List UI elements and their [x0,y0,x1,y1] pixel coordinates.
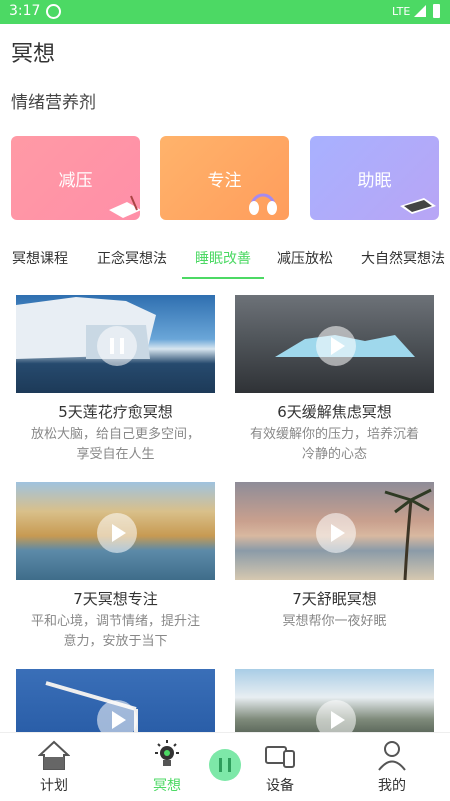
headphones-icon [249,193,277,215]
course-thumbnail-autumn-trees[interactable] [16,482,215,580]
play-icon[interactable] [316,513,356,553]
nav-item-meditation[interactable]: 冥想 [127,733,207,801]
tab-sleep-improvement[interactable]: 睡眠改善 [195,248,251,268]
course-desc-line1: 有效缓解你的压力，培养沉着 [249,427,419,442]
course-desc-line2: 享受自在人生 [76,447,155,462]
play-icon[interactable] [97,700,137,732]
course-desc-line1: 冥想帮你一夜好眠 [282,614,387,629]
network-type: LTE [392,5,411,18]
nav-item-devices[interactable]: 设备 [240,733,320,801]
active-tab-indicator [182,277,264,279]
category-card-sleep[interactable]: 助眠 [310,136,439,220]
course-thumbnail-iceberg[interactable] [16,295,215,393]
course-title: 6天缓解焦虑冥想 [277,403,392,421]
nav-label: 我的 [378,778,406,794]
tab-nature-meditation[interactable]: 大自然冥想法 [361,248,445,268]
course-thumbnail-floating-ice[interactable] [235,295,434,393]
nav-label: 设备 [266,778,294,794]
course-desc-line2: 冷静的心态 [301,447,367,462]
page-title: 冥想 [11,42,56,67]
nav-label: 冥想 [153,778,181,794]
course-thumbnail-mountains[interactable] [235,669,434,732]
section-subtitle: 情绪营养剂 [11,93,96,113]
category-label: 助眠 [357,171,392,191]
course-title: 5天莲花疗愈冥想 [58,403,173,421]
phone-icon [400,198,436,214]
course-title: 7天冥想专注 [73,590,158,608]
tab-stress-relaxation[interactable]: 减压放松 [277,248,333,268]
signal-icon [414,5,426,17]
course-title: 7天舒眠冥想 [292,590,377,608]
pause-icon[interactable] [97,326,137,366]
play-icon[interactable] [316,326,356,366]
nav-item-mine[interactable]: 我的 [352,733,432,801]
house-icon [38,740,70,770]
sync-icon [46,4,61,19]
course-tabs: 冥想课程 正念冥想法 睡眠改善 减压放松 大自然冥想法 [0,246,450,280]
nav-label: 计划 [40,778,68,794]
status-time: 3:17 [9,3,41,19]
course-thumbnail-beach-palms[interactable] [235,482,434,580]
course-desc-line1: 平和心境，调节情绪，提升注 [30,614,200,629]
course-desc-line2: 意力，安放于当下 [63,634,168,649]
category-label: 减压 [58,171,93,191]
status-bar: 3:17 LTE [0,0,450,24]
play-icon[interactable] [97,513,137,553]
tab-mindfulness[interactable]: 正念冥想法 [97,248,167,268]
play-icon[interactable] [316,700,356,732]
category-card-stress-relief[interactable]: 减压 [11,136,140,220]
lightbulb-icon [155,740,179,766]
battery-icon [433,4,440,18]
category-card-focus[interactable]: 专注 [160,136,289,220]
nav-item-plan[interactable]: 计划 [14,733,94,801]
person-icon [378,741,406,771]
course-desc-line1: 放松大脑，给自己更多空间， [30,427,200,442]
player-pause-button[interactable] [209,749,241,781]
course-thumbnail-wind-turbine[interactable] [16,669,215,732]
devices-icon [265,746,295,768]
tab-meditation-course[interactable]: 冥想课程 [12,248,68,268]
book-pen-icon [109,195,140,218]
